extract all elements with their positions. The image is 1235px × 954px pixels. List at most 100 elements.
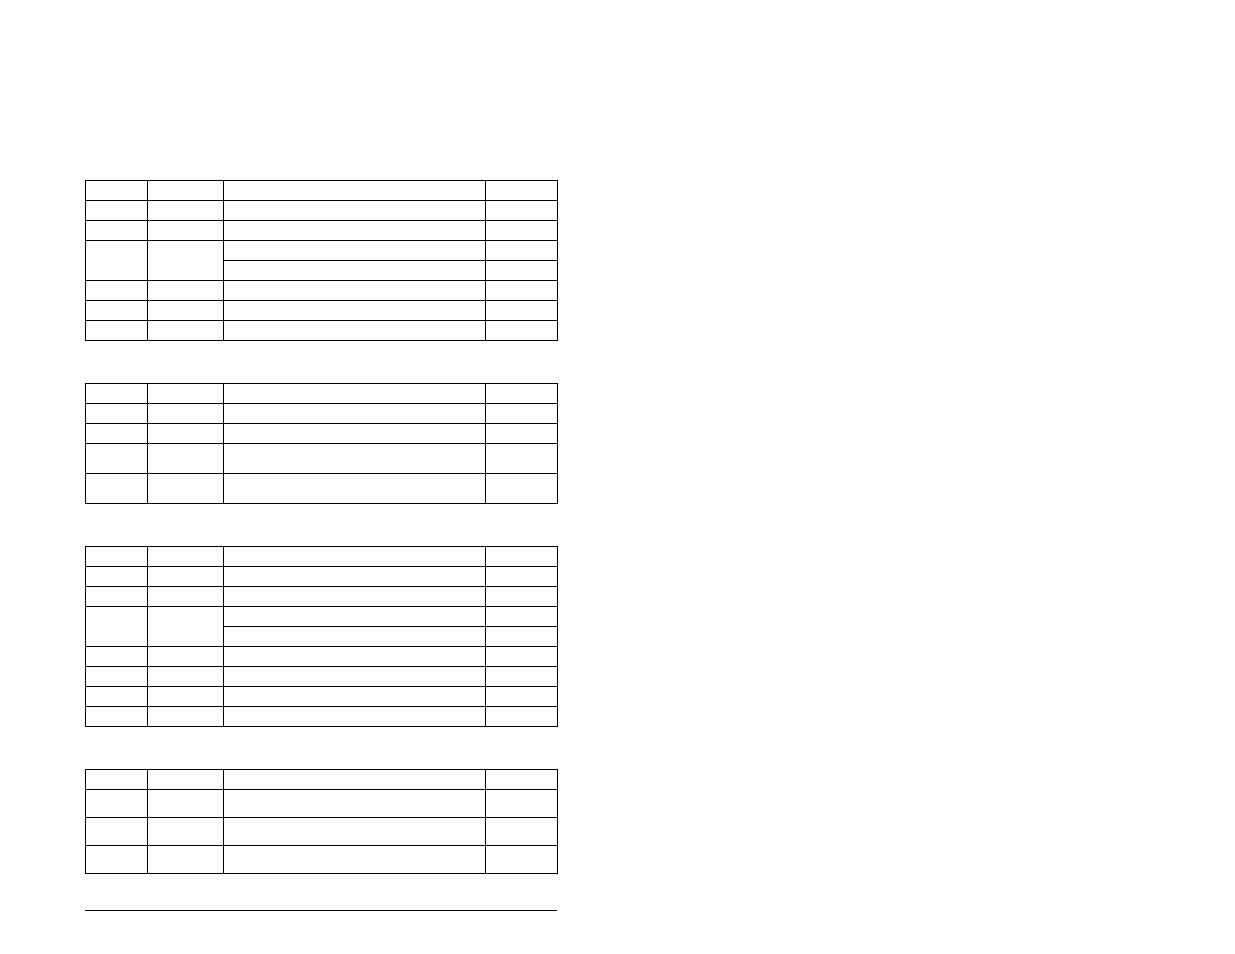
cell [148, 424, 224, 444]
cell [486, 474, 558, 504]
cell [486, 181, 558, 201]
cell [86, 667, 148, 687]
cell [224, 547, 486, 567]
table-row [86, 474, 558, 504]
cell [486, 790, 558, 818]
cell [148, 241, 224, 281]
cell [86, 547, 148, 567]
cell [148, 404, 224, 424]
cell [224, 587, 486, 607]
cell [86, 424, 148, 444]
cell [148, 281, 224, 301]
cell [148, 587, 224, 607]
cell [148, 444, 224, 474]
cell [224, 846, 486, 874]
table-row [86, 221, 558, 241]
table-row [86, 607, 558, 627]
document-page [85, 180, 558, 911]
cell [224, 321, 486, 341]
cell [148, 707, 224, 727]
cell [224, 444, 486, 474]
cell [148, 607, 224, 647]
table-row [86, 424, 558, 444]
cell [86, 587, 148, 607]
table-row [86, 707, 558, 727]
cell [86, 707, 148, 727]
cell [86, 201, 148, 221]
cell [86, 404, 148, 424]
cell [224, 201, 486, 221]
cell [486, 404, 558, 424]
cell [486, 607, 558, 627]
table-row [86, 241, 558, 261]
table-row [86, 818, 558, 846]
table-1 [85, 180, 558, 341]
cell [86, 790, 148, 818]
table-row [86, 587, 558, 607]
cell [224, 707, 486, 727]
cell [86, 607, 148, 647]
cell [86, 647, 148, 667]
cell [224, 221, 486, 241]
cell [86, 687, 148, 707]
cell [486, 770, 558, 790]
table-row [86, 567, 558, 587]
table-row [86, 301, 558, 321]
cell [86, 444, 148, 474]
table-3 [85, 546, 558, 727]
cell [148, 301, 224, 321]
cell [148, 790, 224, 818]
cell [486, 627, 558, 647]
cell [486, 321, 558, 341]
table-row [86, 281, 558, 301]
cell [86, 301, 148, 321]
cell [486, 424, 558, 444]
cell [224, 181, 486, 201]
cell [224, 404, 486, 424]
cell [486, 647, 558, 667]
table-row [86, 384, 558, 404]
cell [148, 567, 224, 587]
cell [86, 221, 148, 241]
cell [224, 261, 486, 281]
cell [86, 818, 148, 846]
cell [486, 444, 558, 474]
table-4 [85, 769, 558, 874]
cell [486, 241, 558, 261]
cell [486, 587, 558, 607]
cell [86, 384, 148, 404]
table-row [86, 770, 558, 790]
footnote-rule [85, 910, 557, 911]
table-row [86, 846, 558, 874]
cell [224, 424, 486, 444]
table-row [86, 547, 558, 567]
cell [148, 221, 224, 241]
cell [486, 281, 558, 301]
table-row [86, 181, 558, 201]
cell [224, 627, 486, 647]
table-row [86, 647, 558, 667]
cell [148, 181, 224, 201]
cell [224, 790, 486, 818]
cell [224, 241, 486, 261]
cell [224, 567, 486, 587]
table-row [86, 687, 558, 707]
cell [486, 221, 558, 241]
cell [86, 567, 148, 587]
cell [486, 818, 558, 846]
cell [86, 846, 148, 874]
cell [224, 667, 486, 687]
cell [148, 770, 224, 790]
cell [224, 687, 486, 707]
table-row [86, 444, 558, 474]
cell [86, 241, 148, 281]
cell [224, 384, 486, 404]
table-row [86, 790, 558, 818]
cell [86, 281, 148, 301]
cell [486, 707, 558, 727]
cell [148, 201, 224, 221]
cell [224, 647, 486, 667]
cell [224, 301, 486, 321]
cell [224, 607, 486, 627]
cell [224, 474, 486, 504]
